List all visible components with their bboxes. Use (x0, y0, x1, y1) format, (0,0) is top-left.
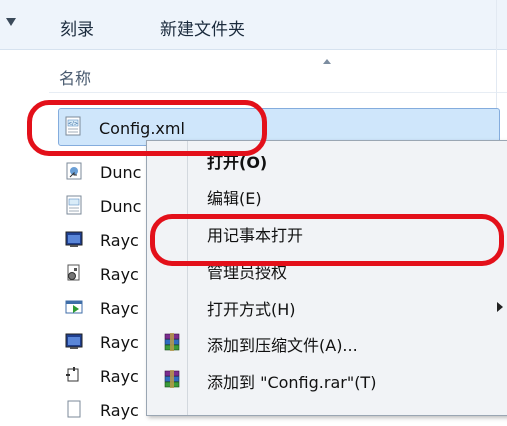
file-name: Rayc (100, 265, 139, 284)
new-folder-button[interactable]: 新建文件夹 (160, 15, 245, 40)
annotation-ellipse-file (27, 100, 267, 156)
launcher-icon (65, 300, 83, 314)
dropdown-arrow-icon[interactable] (6, 18, 16, 26)
column-header: 名称 (49, 49, 507, 92)
winrar-icon (164, 333, 180, 351)
winrar-icon (164, 370, 180, 388)
menu-item-edit[interactable]: 编辑(E) (147, 177, 507, 213)
burn-button[interactable]: 刻录 (60, 15, 94, 40)
shortcut-file-icon (66, 162, 82, 180)
file-name: Rayc (100, 401, 139, 420)
annotation-ellipse-menu-item (150, 214, 504, 266)
file-name: Rayc (100, 333, 139, 352)
plugin-icon (66, 367, 79, 382)
menu-item-label: 打开方式(H) (207, 300, 296, 319)
menu-item-add-to-archive[interactable]: 添加到压缩文件(A)... (147, 324, 507, 360)
component-icon (67, 264, 80, 281)
menu-item-add-to-config-rar[interactable]: 添加到 "Config.rar"(T) (147, 361, 507, 397)
xml-file-icon (66, 195, 82, 215)
menu-item-open-with[interactable]: 打开方式(H) (147, 288, 507, 324)
column-header-name[interactable]: 名称 (59, 65, 91, 89)
menu-item-label: 添加到 "Config.rar"(T) (207, 373, 377, 392)
application-icon (65, 231, 83, 247)
menu-item-label: 编辑(E) (207, 189, 262, 208)
submenu-arrow-icon (497, 302, 503, 312)
menu-item-label: 添加到压缩文件(A)... (207, 336, 358, 355)
sort-ascending-icon (323, 59, 331, 64)
file-name: Dunc (100, 197, 142, 216)
header-divider (49, 92, 507, 93)
file-name: Rayc (100, 231, 139, 250)
context-menu: 打开(O) 编辑(E) 用记事本打开 管理员授权 打开方式(H) 添加到压缩文件… (146, 140, 507, 416)
file-name: Rayc (100, 299, 139, 318)
file-name: Rayc (100, 367, 139, 386)
application-icon (65, 333, 83, 349)
file-name: Dunc (100, 163, 142, 182)
file-icon (67, 400, 81, 418)
explorer-toolbar: 刻录 新建文件夹 (0, 0, 507, 50)
